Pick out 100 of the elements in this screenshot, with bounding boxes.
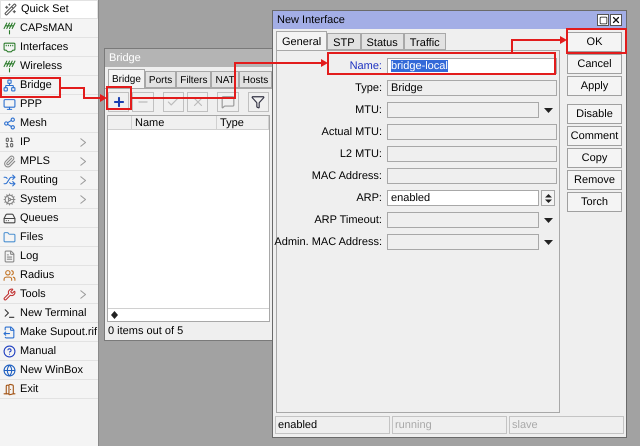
gear-icon [3,192,16,206]
maximize-button[interactable] [597,14,609,26]
dialog-button[interactable]: Disable [567,104,622,124]
menu-item[interactable]: New WinBox [0,361,98,380]
up-down-icon [544,194,552,202]
up-down-button[interactable] [541,190,555,206]
menu-item[interactable]: Make Supout.rif [0,323,98,342]
toolbar-button[interactable] [108,92,130,112]
highlight-frame [106,86,132,110]
dropdown-arrow-icon [544,240,553,244]
dropdown-arrow-icon [544,218,553,222]
dialog-button[interactable]: Comment [567,126,622,146]
close-button[interactable] [610,14,622,26]
field-label: ARP Timeout: [314,212,382,228]
toolbar-button[interactable] [248,92,269,112]
column-header[interactable]: Type [217,116,269,129]
menu-item[interactable]: Bridge [0,76,98,95]
arrow [60,87,107,102]
dialog-button[interactable]: Torch [567,192,622,212]
dialog-button[interactable]: OK [567,32,622,52]
dialog-button[interactable]: Cancel [567,54,622,74]
tab[interactable]: Bridge [108,69,145,88]
field-label: Name: [350,58,382,74]
highlight-frame [566,28,627,54]
arrow [511,36,567,53]
document-icon [3,250,16,262]
input-field[interactable]: enabled [387,190,539,206]
tab[interactable]: Hosts [238,71,272,88]
dialog-button[interactable]: Remove [567,170,622,190]
folder-icon [3,230,16,244]
binary-icon [3,136,16,148]
paperclip-icon [3,154,16,168]
menu-item[interactable]: Interfaces [0,38,98,57]
dialog-button[interactable]: Apply [567,76,622,96]
menu-item[interactable]: Exit [0,380,98,399]
status-cell: running [392,416,507,434]
status-cell: enabled [275,416,390,434]
close-icon [611,15,621,25]
tab[interactable]: Ports [144,71,176,88]
door-icon [3,382,16,396]
tab[interactable]: Traffic [404,33,446,50]
help-icon [3,344,16,358]
menu-item[interactable]: Routing [0,171,98,190]
field-label: ARP: [356,190,382,206]
menu-item[interactable]: Quick Set [0,0,98,19]
menu-item[interactable]: MPLS [0,152,98,171]
monitor-icon [3,98,16,110]
field-label: Type: [355,80,382,96]
menu-item[interactable]: Files [0,228,98,247]
menu-item[interactable]: CAPsMAN [0,19,98,38]
network-icon [3,78,16,92]
menu-item[interactable]: Manual [0,342,98,361]
menu-item[interactable]: Log [0,247,98,266]
window-title: Bridge [109,50,141,66]
ethernet-port-icon [3,40,16,54]
shuffle-icon [3,174,16,186]
filter-icon [251,95,266,109]
terminal-icon [3,306,16,320]
menu-item[interactable]: Radius [0,266,98,285]
input-field[interactable]: bridge-local [387,58,557,74]
menu-item[interactable]: IP [0,133,98,152]
users-icon [3,268,16,282]
field-label: MAC Address: [312,168,382,184]
menu-item[interactable]: PPP [0,95,98,114]
window-title: New Interface [277,12,345,28]
status-cell: slave [509,416,624,434]
field-label: Admin. MAC Address: [274,234,382,250]
globe-icon [3,364,16,376]
tab[interactable]: General [276,31,328,50]
menu-item[interactable]: System [0,190,98,209]
dialog-button[interactable]: Copy [567,148,622,168]
menu-item[interactable]: Wireless [0,57,98,76]
input-field[interactable] [387,212,539,228]
input-field[interactable] [387,146,557,162]
field-label: MTU: [355,102,382,118]
tab[interactable]: Filters [176,71,212,88]
tab[interactable]: NAT [211,71,239,88]
menu-item[interactable]: New Terminal [0,304,98,323]
highlight-frame [0,77,61,98]
input-field[interactable] [387,234,539,250]
share-icon [3,116,16,130]
input-field[interactable]: Bridge [387,80,557,96]
tab[interactable]: Status [360,33,404,50]
menu-item[interactable]: Mesh [0,114,98,133]
scroll-arrows-icon [111,311,118,319]
column-header[interactable]: Name [132,116,217,129]
input-field[interactable] [387,124,557,140]
field-label: L2 MTU: [340,146,382,162]
status-text: 0 items out of 5 [107,324,184,339]
dropdown-arrow-icon [544,108,553,112]
menu-item[interactable]: Tools [0,285,98,304]
menu-item[interactable]: Queues [0,209,98,228]
antenna-icon [3,60,16,72]
plus-icon [112,95,126,109]
input-field[interactable] [387,102,539,118]
maximize-icon [598,16,608,24]
file-export-icon [3,326,16,338]
tab[interactable]: STP [327,33,361,50]
wrench-icon [3,288,16,300]
input-field[interactable] [387,168,557,184]
